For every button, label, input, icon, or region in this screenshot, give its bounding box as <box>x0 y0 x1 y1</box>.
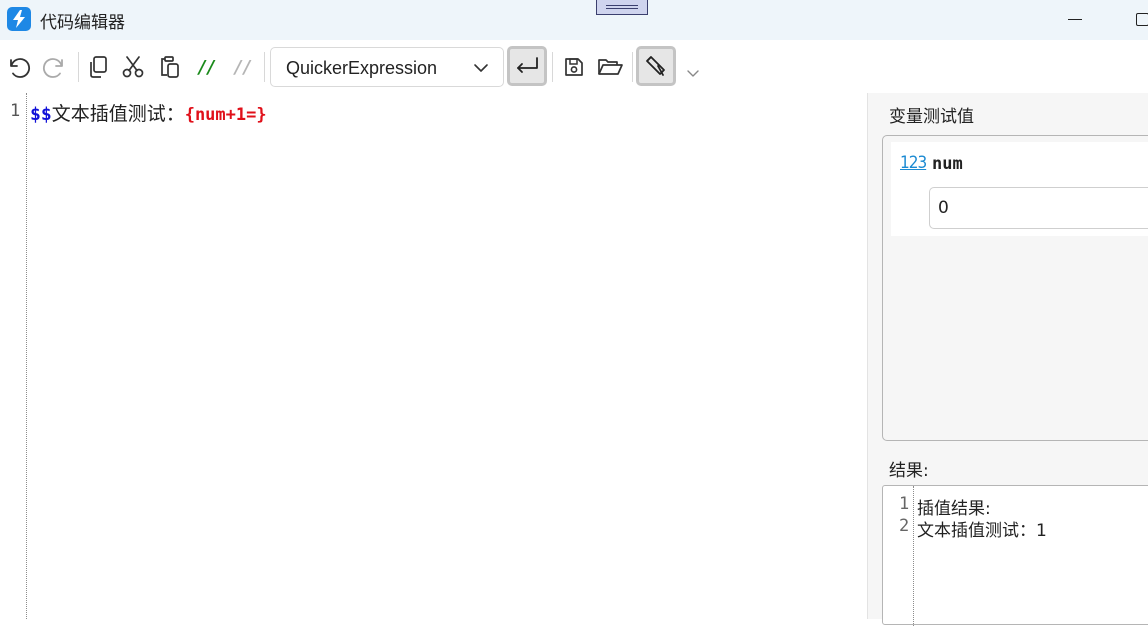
code-line[interactable]: $$文本插值测试：{num+1=} <box>30 99 267 126</box>
result-output[interactable]: 1 2 插值结果: 文本插值测试：1 <box>882 485 1148 626</box>
minimize-button[interactable] <box>1062 10 1088 30</box>
copy-icon <box>90 56 107 78</box>
title-bar: 代码编辑器 <box>0 0 1148 40</box>
comment-button[interactable]: // <box>191 48 221 86</box>
toolbar-separator <box>552 52 553 82</box>
number-type-icon: 123 <box>900 153 927 173</box>
result-line-number: 1 <box>899 494 910 514</box>
language-select-value: QuickerExpression <box>286 58 438 78</box>
highlight-icon <box>646 56 665 76</box>
language-select[interactable]: QuickerExpression <box>270 47 504 87</box>
result-label: 结果: <box>889 461 929 481</box>
redo-button[interactable] <box>40 48 70 86</box>
expression-token: {num+1=} <box>184 105 267 125</box>
save-button[interactable] <box>559 48 589 86</box>
cut-button[interactable] <box>118 48 148 86</box>
variables-label: 变量测试值 <box>889 107 974 127</box>
word-wrap-icon <box>517 57 538 73</box>
undo-button[interactable] <box>3 48 33 86</box>
highlight-button[interactable] <box>636 46 676 86</box>
variable-name: num <box>932 154 963 174</box>
overflow-chevron-icon[interactable] <box>686 68 700 78</box>
result-line-number: 2 <box>899 516 910 536</box>
uncomment-icon: // <box>233 56 253 78</box>
variable-card: 123 num <box>891 142 1148 236</box>
interpolation-prefix-token: $$ <box>30 104 52 125</box>
toolbar: // // QuickerExpression <box>0 42 1148 92</box>
line-number: 1 <box>10 101 21 121</box>
result-line: 文本插值测试：1 <box>917 521 1047 541</box>
paste-icon <box>161 56 179 78</box>
undo-icon <box>10 58 31 78</box>
cut-icon <box>122 56 144 78</box>
chevron-down-icon <box>474 64 488 72</box>
word-wrap-button[interactable] <box>507 46 547 86</box>
text-token: 文本插值测试： <box>51 103 185 125</box>
open-folder-icon <box>598 59 623 75</box>
paste-button[interactable] <box>155 48 185 86</box>
redo-icon <box>42 58 63 78</box>
side-panel: 变量测试值 123 num 结果: 1 2 插值结果: 文本插值测试：1 <box>868 93 1148 626</box>
quicker-bolt-icon <box>7 7 31 31</box>
comment-icon: // <box>197 56 217 78</box>
gutter-divider <box>26 93 27 619</box>
toolbar-separator <box>632 52 633 82</box>
maximize-button[interactable] <box>1130 10 1148 30</box>
uncomment-button[interactable]: // <box>227 48 257 86</box>
toolbar-separator <box>78 52 79 82</box>
open-folder-button[interactable] <box>595 48 625 86</box>
result-gutter-divider <box>913 486 914 626</box>
save-icon <box>565 58 583 76</box>
copy-button[interactable] <box>83 48 113 86</box>
code-editor[interactable]: 1 $$文本插值测试：{num+1=} <box>0 93 868 619</box>
drag-handle[interactable] <box>596 0 648 15</box>
window-title: 代码编辑器 <box>40 13 125 33</box>
toolbar-separator <box>264 52 265 82</box>
variables-box: 123 num <box>882 135 1148 441</box>
variable-value-input[interactable] <box>929 187 1148 229</box>
